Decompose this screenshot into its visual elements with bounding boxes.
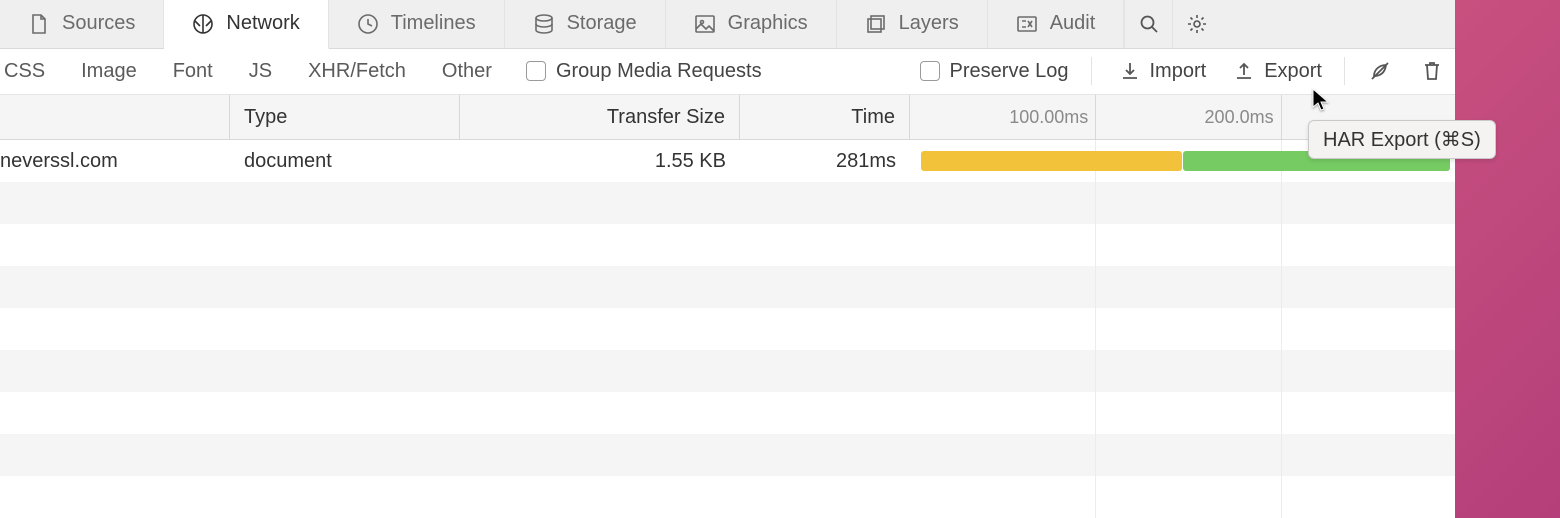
cell-time: 281ms <box>740 140 910 182</box>
tab-audit[interactable]: Audit <box>988 0 1125 48</box>
separator <box>1091 57 1092 85</box>
checkbox-box <box>920 61 940 81</box>
table-row <box>0 476 1455 518</box>
tick-label: 100.00ms <box>1009 107 1096 128</box>
layers-icon <box>865 13 887 35</box>
separator <box>1344 57 1345 85</box>
tab-strip: Sources Network Timelines Storage Graphi… <box>0 0 1455 49</box>
filter-group: CSS Image Font JS XHR/Fetch Other <box>0 56 496 87</box>
filter-js[interactable]: JS <box>245 56 276 87</box>
checkbox-label: Group Media Requests <box>556 60 762 83</box>
column-name[interactable] <box>0 95 230 139</box>
preserve-log-checkbox[interactable]: Preserve Log <box>920 60 1069 83</box>
tab-label: Graphics <box>728 12 808 35</box>
table-row <box>0 434 1455 476</box>
mouse-cursor-icon <box>1312 88 1332 114</box>
search-button[interactable] <box>1124 0 1172 48</box>
tab-label: Timelines <box>391 12 476 35</box>
image-icon <box>694 13 716 35</box>
no-cache-button[interactable] <box>1363 54 1397 88</box>
export-tooltip: HAR Export (⌘S) <box>1308 120 1496 159</box>
network-icon <box>192 13 214 35</box>
table-row[interactable]: neverssl.com document 1.55 KB 281ms <box>0 140 1455 182</box>
tab-layers[interactable]: Layers <box>837 0 988 48</box>
file-icon <box>28 13 50 35</box>
table-row <box>0 266 1455 308</box>
tab-label: Storage <box>567 12 637 35</box>
column-type[interactable]: Type <box>230 95 460 139</box>
clock-icon <box>357 13 379 35</box>
tab-sources[interactable]: Sources <box>0 0 164 48</box>
tab-graphics[interactable]: Graphics <box>666 0 837 48</box>
table-row <box>0 182 1455 224</box>
table-row <box>0 350 1455 392</box>
button-label: Export <box>1264 60 1322 83</box>
table-row <box>0 308 1455 350</box>
tab-label: Layers <box>899 12 959 35</box>
export-button[interactable]: Export <box>1234 60 1322 83</box>
table-row <box>0 392 1455 434</box>
leaf-slash-icon <box>1369 60 1391 82</box>
filter-css[interactable]: CSS <box>0 56 49 87</box>
filter-xhr[interactable]: XHR/Fetch <box>304 56 410 87</box>
audit-icon <box>1016 13 1038 35</box>
clear-button[interactable] <box>1415 54 1449 88</box>
devtools-panel: Sources Network Timelines Storage Graphi… <box>0 0 1455 518</box>
table-row <box>0 224 1455 266</box>
tab-storage[interactable]: Storage <box>505 0 666 48</box>
filter-font[interactable]: Font <box>169 56 217 87</box>
upload-icon <box>1234 61 1254 81</box>
column-time[interactable]: Time <box>740 95 910 139</box>
trash-icon <box>1422 60 1442 82</box>
database-icon <box>533 13 555 35</box>
desktop-background <box>1455 0 1560 518</box>
checkbox-box <box>526 61 546 81</box>
settings-button[interactable] <box>1172 0 1220 48</box>
download-icon <box>1120 61 1140 81</box>
request-table-body: neverssl.com document 1.55 KB 281ms <box>0 140 1455 518</box>
cell-size: 1.55 KB <box>460 140 740 182</box>
table-header: Type Transfer Size Time 100.00ms 200.0ms <box>0 95 1455 140</box>
tab-label: Sources <box>62 12 135 35</box>
button-label: Import <box>1150 60 1207 83</box>
tab-timelines[interactable]: Timelines <box>329 0 505 48</box>
cell-name: neverssl.com <box>0 140 230 182</box>
network-toolbar: CSS Image Font JS XHR/Fetch Other Group … <box>0 49 1455 96</box>
tab-label: Audit <box>1050 12 1096 35</box>
tab-network[interactable]: Network <box>164 0 328 49</box>
filter-image[interactable]: Image <box>77 56 141 87</box>
import-button[interactable]: Import <box>1120 60 1207 83</box>
column-transfer-size[interactable]: Transfer Size <box>460 95 740 139</box>
group-media-checkbox[interactable]: Group Media Requests <box>526 60 762 83</box>
search-icon <box>1139 14 1159 34</box>
tab-label: Network <box>226 12 299 35</box>
tick-label: 200.0ms <box>1205 107 1282 128</box>
filter-other[interactable]: Other <box>438 56 496 87</box>
checkbox-label: Preserve Log <box>950 60 1069 83</box>
gear-icon <box>1186 13 1208 35</box>
cell-type: document <box>230 140 460 182</box>
timing-bar-waiting <box>921 151 1183 171</box>
